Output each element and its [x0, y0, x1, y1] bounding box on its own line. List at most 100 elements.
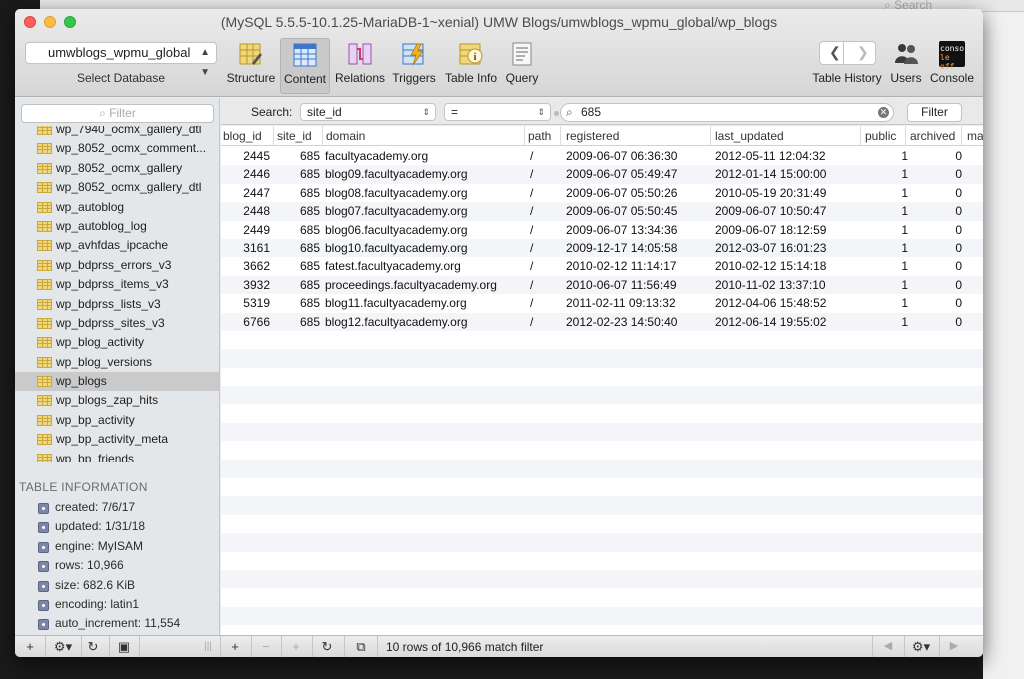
- table-row[interactable]: 3932 685 proceedings.facultyacademy.org / 20…: [221, 275, 983, 295]
- column-header-public[interactable]: public: [865, 129, 896, 143]
- refresh-tables-button[interactable]: ↻: [83, 638, 103, 655]
- cell-domain[interactable]: proceedings.facultyacademy.org: [325, 276, 497, 294]
- table-list-item[interactable]: wp_bp_activity_meta: [15, 430, 219, 449]
- cell-path[interactable]: /: [530, 221, 533, 239]
- table-list-item[interactable]: wp_blogs_zap_hits: [15, 391, 219, 410]
- table-row[interactable]: 3161 685 blog10.facultyacademy.org / 2009-12…: [221, 238, 983, 258]
- cell-public[interactable]: 1: [861, 184, 908, 202]
- table-list-item-selected[interactable]: wp_blogs: [15, 372, 219, 392]
- table-list-item[interactable]: wp_bdprss_sites_v3: [15, 314, 219, 333]
- cell-domain[interactable]: facultyacademy.org: [325, 147, 428, 165]
- cell-archived[interactable]: 0: [911, 276, 962, 294]
- cell-last-updated[interactable]: 2012-06-14 19:55:02: [715, 313, 826, 331]
- cell-site-id[interactable]: 685: [276, 276, 320, 294]
- cell-public[interactable]: 1: [861, 276, 908, 294]
- cell-blog-id[interactable]: 2446: [221, 165, 270, 183]
- duplicate-row-button[interactable]: +: [287, 638, 305, 655]
- toggle-info-pane-button[interactable]: ▣: [115, 638, 133, 655]
- cell-blog-id[interactable]: 3932: [221, 276, 270, 294]
- cell-archived[interactable]: 0: [911, 257, 962, 275]
- cell-blog-id[interactable]: 2445: [221, 147, 270, 165]
- cell-public[interactable]: 1: [861, 147, 908, 165]
- table-filter-input[interactable]: ⌕ Filter: [21, 104, 214, 123]
- cell-blog-id[interactable]: 6766: [221, 313, 270, 331]
- column-header-site-id[interactable]: site_id: [277, 129, 312, 143]
- column-header-blog-id[interactable]: blog_id: [223, 129, 262, 143]
- cell-archived[interactable]: 0: [911, 165, 962, 183]
- split-drag-handle-icon[interactable]: |||: [203, 638, 213, 655]
- table-actions-gear-icon[interactable]: ⚙▾: [50, 638, 76, 655]
- cell-blog-id[interactable]: 5319: [221, 294, 270, 312]
- cell-last-updated[interactable]: 2010-02-12 15:14:18: [715, 257, 826, 275]
- table-list-item[interactable]: wp_bp_friends: [15, 450, 219, 462]
- cell-archived[interactable]: 0: [911, 294, 962, 312]
- table-list-item[interactable]: wp_8052_ocmx_gallery: [15, 159, 219, 178]
- cell-domain[interactable]: blog12.facultyacademy.org: [325, 313, 468, 331]
- column-header-registered[interactable]: registered: [566, 129, 619, 143]
- cell-last-updated[interactable]: 2012-04-06 15:48:52: [715, 294, 826, 312]
- cell-public[interactable]: 1: [861, 294, 908, 312]
- cell-path[interactable]: /: [530, 294, 533, 312]
- cell-site-id[interactable]: 685: [276, 239, 320, 257]
- table-row[interactable]: 6766 685 blog12.facultyacademy.org / 2012-02…: [221, 312, 983, 331]
- cell-domain[interactable]: blog08.facultyacademy.org: [325, 184, 468, 202]
- cell-domain[interactable]: blog09.facultyacademy.org: [325, 165, 468, 183]
- cell-domain[interactable]: blog11.facultyacademy.org: [325, 294, 467, 312]
- cell-registered[interactable]: 2009-06-07 05:49:47: [566, 165, 677, 183]
- table-list-item[interactable]: wp_blog_activity: [15, 333, 219, 352]
- next-page-button[interactable]: ▶: [945, 638, 963, 655]
- table-list-item[interactable]: wp_avhfdas_ipcache: [15, 236, 219, 255]
- table-row[interactable]: 2446 685 blog09.facultyacademy.org / 2009-06…: [221, 165, 983, 184]
- query-button[interactable]: Query: [502, 38, 542, 94]
- cell-path[interactable]: /: [530, 184, 533, 202]
- cell-path[interactable]: /: [530, 313, 533, 331]
- table-row[interactable]: 2448 685 blog07.facultyacademy.org / 2009-06…: [221, 202, 983, 221]
- cell-public[interactable]: 1: [861, 202, 908, 220]
- triggers-button[interactable]: Triggers: [389, 38, 439, 94]
- cell-public[interactable]: 1: [861, 257, 908, 275]
- cell-archived[interactable]: 0: [911, 147, 962, 165]
- cell-last-updated[interactable]: 2009-06-07 10:50:47: [715, 202, 826, 220]
- search-operator-select[interactable]: = ⇕: [444, 103, 551, 121]
- cell-registered[interactable]: 2011-02-11 09:13:32: [566, 294, 676, 312]
- column-separator[interactable]: [322, 126, 323, 146]
- cell-registered[interactable]: 2009-06-07 05:50:26: [566, 184, 677, 202]
- table-list-item[interactable]: wp_bdprss_lists_v3: [15, 295, 219, 314]
- cell-site-id[interactable]: 685: [276, 294, 320, 312]
- column-separator[interactable]: [905, 126, 906, 146]
- cell-archived[interactable]: 0: [911, 239, 962, 257]
- column-separator[interactable]: [961, 126, 962, 146]
- content-button[interactable]: Content: [280, 38, 330, 94]
- table-list-item[interactable]: wp_autoblog: [15, 198, 219, 217]
- cell-blog-id[interactable]: 3662: [221, 257, 270, 275]
- cell-archived[interactable]: 0: [911, 184, 962, 202]
- cell-last-updated[interactable]: 2010-05-19 20:31:49: [715, 184, 826, 202]
- cell-domain[interactable]: blog06.facultyacademy.org: [325, 221, 468, 239]
- column-separator[interactable]: [524, 126, 525, 146]
- table-list-item[interactable]: wp_7940_ocmx_gallery_dtl: [15, 126, 219, 139]
- cell-registered[interactable]: 2009-12-17 14:05:58: [566, 239, 677, 257]
- cell-public[interactable]: 1: [861, 239, 908, 257]
- column-header-domain[interactable]: domain: [326, 129, 365, 143]
- cell-site-id[interactable]: 685: [276, 221, 320, 239]
- cell-public[interactable]: 1: [861, 221, 908, 239]
- refresh-content-button[interactable]: ↻: [318, 638, 336, 655]
- cell-site-id[interactable]: 685: [276, 147, 320, 165]
- cell-archived[interactable]: 0: [911, 313, 962, 331]
- column-header-archived[interactable]: archived: [910, 129, 955, 143]
- cell-registered[interactable]: 2009-06-07 13:34:36: [566, 221, 677, 239]
- cell-registered[interactable]: 2010-06-07 11:56:49: [566, 276, 677, 294]
- table-info-button[interactable]: i Table Info: [443, 38, 499, 94]
- table-row[interactable]: 2449 685 blog06.facultyacademy.org / 2009-06…: [221, 221, 983, 239]
- column-separator[interactable]: [710, 126, 711, 146]
- cell-site-id[interactable]: 685: [276, 313, 320, 331]
- column-header-last-updated[interactable]: last_updated: [715, 129, 784, 143]
- cell-last-updated[interactable]: 2012-03-07 16:01:23: [715, 239, 826, 257]
- cell-public[interactable]: 1: [861, 165, 908, 183]
- table-row[interactable]: 2445 685 facultyacademy.org / 2009-06-07 06:…: [221, 147, 983, 165]
- cell-path[interactable]: /: [530, 276, 533, 294]
- cell-last-updated[interactable]: 2012-05-11 12:04:32: [715, 147, 826, 165]
- cell-path[interactable]: /: [530, 257, 533, 275]
- cell-site-id[interactable]: 685: [276, 202, 320, 220]
- edit-rows-icon[interactable]: ⧉: [351, 638, 371, 655]
